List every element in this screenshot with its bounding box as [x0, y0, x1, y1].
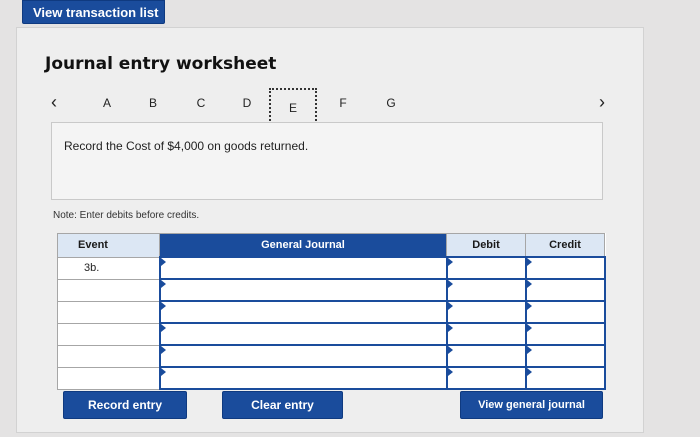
- debit-input[interactable]: [445, 322, 527, 346]
- table-row: [57, 278, 606, 302]
- table-row: [57, 366, 606, 390]
- view-general-journal-button[interactable]: View general journal: [460, 391, 603, 419]
- input-marker-icon: [526, 346, 532, 354]
- input-marker-icon: [447, 280, 453, 288]
- input-marker-icon: [526, 302, 532, 310]
- account-input[interactable]: [158, 322, 448, 346]
- account-input[interactable]: [158, 344, 448, 368]
- event-header: Event: [57, 233, 160, 258]
- input-marker-icon: [526, 258, 532, 266]
- journal-table: Event General Journal Debit Credit 3b.: [57, 233, 606, 390]
- table-row: [57, 300, 606, 324]
- table-row: [57, 344, 606, 368]
- clear-entry-button[interactable]: Clear entry: [222, 391, 343, 419]
- input-marker-icon: [447, 302, 453, 310]
- event-cell: [57, 278, 160, 302]
- view-transaction-list-button[interactable]: View transaction list: [22, 0, 165, 24]
- chevron-left-icon[interactable]: ‹: [51, 92, 57, 113]
- event-cell: [57, 300, 160, 324]
- event-cell: 3b.: [57, 256, 160, 280]
- debit-input[interactable]: [445, 344, 527, 368]
- account-input[interactable]: [158, 366, 448, 390]
- input-marker-icon: [447, 346, 453, 354]
- dropdown-marker-icon: [160, 346, 166, 354]
- account-input[interactable]: [158, 300, 448, 324]
- chevron-right-icon[interactable]: ›: [599, 92, 605, 113]
- credit-header: Credit: [525, 233, 605, 258]
- credit-input[interactable]: [524, 278, 606, 302]
- step-b[interactable]: B: [145, 96, 161, 110]
- account-input[interactable]: [158, 256, 448, 280]
- input-marker-icon: [447, 368, 453, 376]
- credit-input[interactable]: [524, 366, 606, 390]
- step-d[interactable]: D: [239, 96, 255, 110]
- debit-input[interactable]: [445, 256, 527, 280]
- table-header-row: Event General Journal Debit Credit: [57, 233, 605, 258]
- input-marker-icon: [526, 280, 532, 288]
- note-text: Note: Enter debits before credits.: [53, 210, 200, 221]
- prompt-text: Record the Cost of $4,000 on goods retur…: [64, 139, 309, 153]
- worksheet-title: Journal entry worksheet: [45, 54, 277, 74]
- input-marker-icon: [526, 324, 532, 332]
- step-a[interactable]: A: [99, 96, 115, 110]
- table-row: [57, 322, 606, 346]
- input-marker-icon: [526, 368, 532, 376]
- record-entry-button[interactable]: Record entry: [63, 391, 187, 419]
- debit-header: Debit: [446, 233, 526, 258]
- dropdown-marker-icon: [160, 324, 166, 332]
- event-cell: [57, 322, 160, 346]
- step-navigation: ‹ A B C D E F G › ↖: [47, 88, 607, 144]
- debit-input[interactable]: [445, 278, 527, 302]
- dropdown-marker-icon: [160, 280, 166, 288]
- input-marker-icon: [447, 258, 453, 266]
- event-cell: [57, 366, 160, 390]
- dropdown-marker-icon: [160, 258, 166, 266]
- step-g[interactable]: G: [383, 96, 399, 110]
- dropdown-marker-icon: [160, 368, 166, 376]
- credit-input[interactable]: [524, 300, 606, 324]
- prompt-box: Record the Cost of $4,000 on goods retur…: [51, 122, 603, 200]
- step-c[interactable]: C: [193, 96, 209, 110]
- input-marker-icon: [447, 324, 453, 332]
- account-input[interactable]: [158, 278, 448, 302]
- event-cell: [57, 344, 160, 368]
- general-journal-header: General Journal: [159, 233, 447, 258]
- step-f[interactable]: F: [335, 96, 351, 110]
- credit-input[interactable]: [524, 322, 606, 346]
- debit-input[interactable]: [445, 300, 527, 324]
- credit-input[interactable]: [524, 344, 606, 368]
- dropdown-marker-icon: [160, 302, 166, 310]
- table-row: 3b.: [57, 256, 606, 280]
- worksheet-panel: Journal entry worksheet ‹ A B C D E F G …: [16, 27, 644, 433]
- credit-input[interactable]: [524, 256, 606, 280]
- debit-input[interactable]: [445, 366, 527, 390]
